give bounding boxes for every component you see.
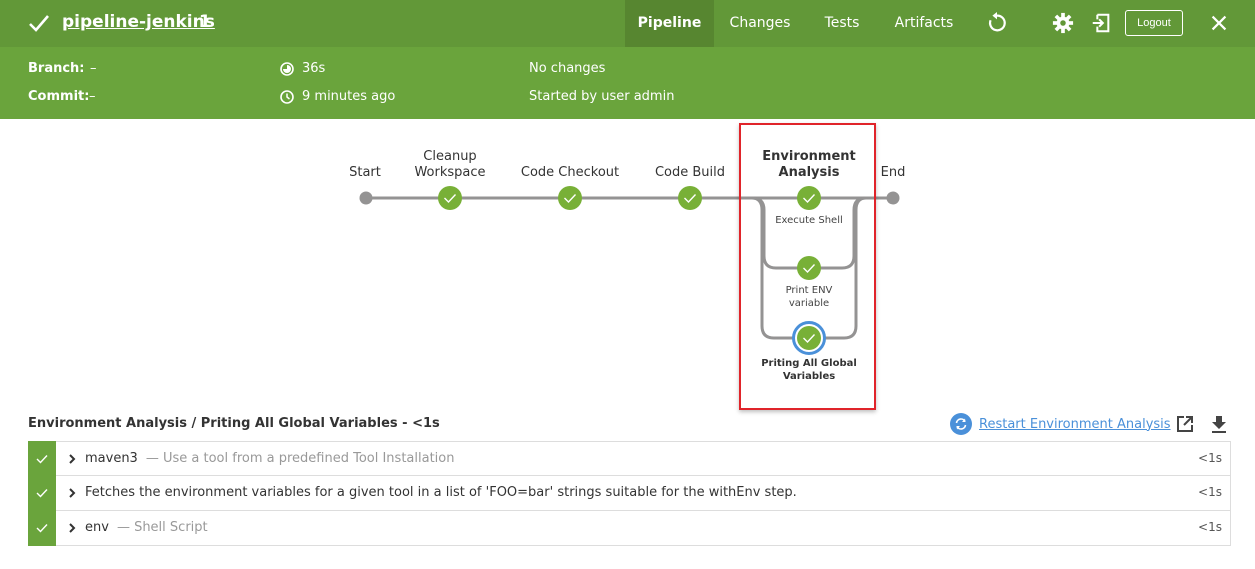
step-row[interactable]: Fetches the environment variables for a … [28,475,1231,511]
open-external-icon[interactable] [1175,414,1195,434]
chevron-right-icon[interactable] [67,453,77,465]
step-detail-title: Environment Analysis / Priting All Globa… [28,416,440,431]
restart-icon[interactable] [950,413,972,435]
step-status-success [28,510,56,546]
duration: 36s [302,61,326,76]
step-row[interactable]: maven3 — Use a tool from a predefined Too… [28,441,1231,477]
step-status-success [28,475,56,511]
run-summary: Branch: – Commit: – 36s 9 minutes ago No… [0,47,1255,119]
branch-label: Branch: [28,61,85,76]
pipeline-graph [359,186,900,355]
restart-stage-link[interactable]: Restart Environment Analysis [979,417,1171,432]
check-icon [36,524,48,533]
tab-artifacts[interactable]: Artifacts [886,0,962,47]
tab-changes[interactable]: Changes [720,0,800,47]
duration-icon [280,62,294,76]
close-icon[interactable] [1208,12,1230,34]
step-status-success [28,441,56,477]
stage-label-end: End [880,165,906,180]
replay-icon[interactable] [986,12,1008,34]
check-icon [36,489,48,498]
step-name: env [85,520,109,535]
step-duration: <1s [1198,451,1222,465]
stage-label-cleanup-workspace[interactable]: Cleanup Workspace [410,149,490,181]
highlight-annotation-box [739,123,876,410]
step-description: — Use a tool from a predefined Tool Inst… [145,451,455,466]
pipeline-title-link[interactable]: pipeline-jenkins [62,12,215,32]
step-list: maven3 — Use a tool from a predefined Too… [28,441,1231,546]
chevron-right-icon[interactable] [67,522,77,534]
tab-pipeline[interactable]: Pipeline [625,0,714,47]
step-description: — Shell Script [116,520,208,535]
check-icon [36,455,48,464]
tab-tests[interactable]: Tests [812,0,872,47]
started-by: Started by user admin [529,89,675,104]
step-row[interactable]: env — Shell Script <1s [28,510,1231,546]
check-icon [29,15,49,32]
start-node [359,191,373,205]
stage-node-code-checkout [558,186,582,210]
step-name: Fetches the environment variables for a … [85,485,797,500]
exit-icon[interactable] [1090,12,1112,34]
stage-node-code-build [678,186,702,210]
stage-label-code-checkout[interactable]: Code Checkout [510,165,630,181]
commit-value: – [89,89,96,104]
stage-node-cleanup-workspace [438,186,462,210]
clock-icon [280,90,294,104]
chevron-right-icon[interactable] [67,487,77,499]
commit-label: Commit: [28,89,90,104]
stage-label-start: Start [349,165,381,180]
download-icon[interactable] [1209,414,1229,434]
run-number: 1 [199,12,211,32]
stage-label-code-build[interactable]: Code Build [645,165,735,181]
branch-value: – [90,61,97,76]
top-bar: pipeline-jenkins 1 Pipeline Changes Test… [0,0,1255,47]
restart-stage-control[interactable]: Restart Environment Analysis [950,413,1171,435]
end-node [886,191,900,205]
step-duration: <1s [1198,520,1222,534]
gear-icon[interactable] [1052,12,1074,34]
changes-text: No changes [529,61,606,76]
step-duration: <1s [1198,485,1222,499]
started-ago: 9 minutes ago [302,89,396,104]
logout-button[interactable]: Logout [1125,10,1183,36]
step-name: maven3 [85,451,138,466]
